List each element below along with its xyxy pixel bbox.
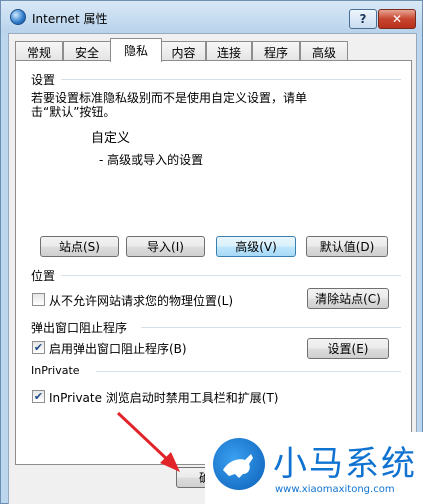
window-title: Internet 属性	[32, 12, 108, 26]
location-heading: 位置	[31, 269, 56, 283]
location-checkbox[interactable]	[32, 293, 45, 306]
sites-button[interactable]: 站点(S)	[40, 236, 119, 257]
settings-heading: 设置	[31, 73, 56, 87]
tab-privacy[interactable]: 隐私	[110, 38, 162, 62]
tab-general[interactable]: 常规	[15, 41, 63, 62]
location-divider	[61, 275, 401, 276]
inprivate-checkbox[interactable]: ✔	[32, 390, 45, 403]
internet-explorer-icon	[10, 9, 26, 25]
settings-divider	[61, 79, 401, 80]
inprivate-checkbox-label: InPrivate 浏览启动时禁用工具栏和扩展(T)	[49, 391, 279, 405]
tab-programs[interactable]: 程序	[252, 41, 300, 62]
inprivate-heading: InPrivate	[31, 364, 80, 377]
popup-blocker-heading: 弹出窗口阻止程序	[31, 321, 128, 335]
import-button[interactable]: 导入(I)	[126, 236, 205, 257]
tab-content[interactable]: 内容	[161, 41, 206, 62]
watermark-url: www.xiaomaxitong.com	[275, 484, 395, 495]
advanced-button[interactable]: 高级(V)	[216, 236, 296, 257]
location-checkbox-label: 从不允许网站请求您的物理位置(L)	[49, 294, 234, 308]
watermark: 小马系统 www.xiaomaxitong.com	[205, 432, 423, 504]
popup-settings-button[interactable]: 设置(E)	[307, 338, 389, 359]
clear-sites-button[interactable]: 清除站点(C)	[307, 288, 389, 309]
watermark-title: 小马系统	[273, 444, 417, 484]
tab-connections[interactable]: 连接	[206, 41, 252, 62]
tab-advanced[interactable]: 高级	[300, 41, 348, 62]
title-bar[interactable]: Internet 属性 ? ✕	[1, 1, 422, 33]
privacy-level: 自定义	[91, 131, 131, 146]
privacy-level-detail: - 高级或导入的设置	[99, 153, 204, 167]
close-button[interactable]: ✕	[378, 9, 416, 29]
inprivate-divider	[96, 371, 401, 372]
default-button[interactable]: 默认值(D)	[306, 236, 388, 257]
horse-logo-icon	[213, 438, 265, 490]
popup-divider	[141, 327, 401, 328]
popup-blocker-checkbox[interactable]: ✔	[32, 341, 45, 354]
privacy-panel: 设置 若要设置标准隐私级别而不是使用自定义设置，请单 击“默认”按钮。 自定义 …	[15, 60, 412, 465]
settings-description-line2: 击“默认”按钮。	[31, 105, 116, 119]
internet-properties-window: Internet 属性 ? ✕ 常规 安全 隐私 内容 连接 程序 高级 设置 …	[0, 0, 423, 504]
tab-security[interactable]: 安全	[63, 41, 111, 62]
popup-blocker-checkbox-label: 启用弹出窗口阻止程序(B)	[49, 342, 187, 356]
help-button[interactable]: ?	[349, 9, 377, 29]
